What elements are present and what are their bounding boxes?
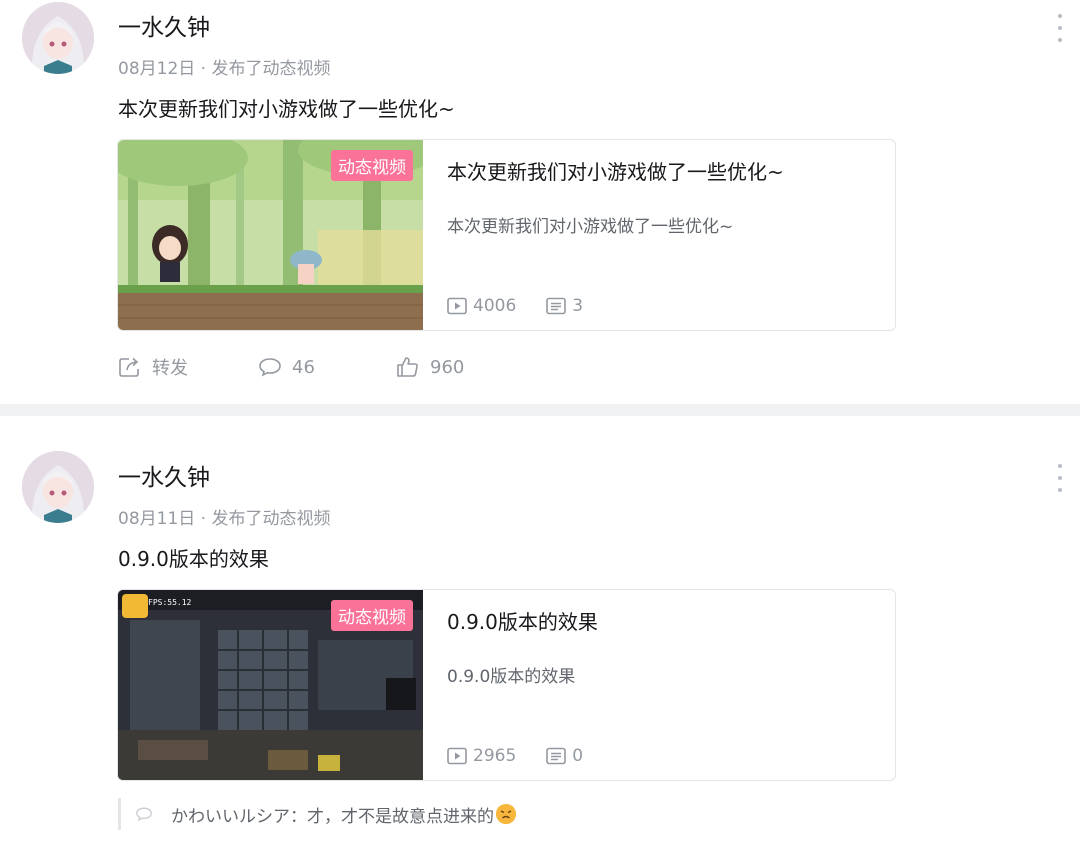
- emoji-icon: [496, 804, 516, 824]
- post-actions: 转发 46 960: [118, 354, 464, 380]
- card-stats: 2965 0: [447, 746, 613, 766]
- avatar[interactable]: [22, 451, 94, 523]
- post-content: 0.9.0版本的效果: [118, 547, 269, 571]
- comment-icon: [136, 807, 152, 822]
- play-count-value: 2965: [473, 746, 517, 766]
- card-desc: 0.9.0版本的效果: [447, 667, 576, 687]
- like-button[interactable]: 960: [396, 356, 464, 378]
- avatar[interactable]: [22, 2, 94, 74]
- card-desc: 本次更新我们对小游戏做了一些优化~: [447, 217, 734, 237]
- danmaku-icon: [546, 297, 567, 315]
- play-icon: [447, 747, 467, 765]
- card-stats: 4006 3: [447, 296, 613, 316]
- comment-count: 46: [292, 356, 315, 378]
- danmaku-count-value: 3: [572, 296, 584, 316]
- video-card[interactable]: FPS:55.12 动态视频 0.9.0版本的效果 0.9.0版本的效果 296…: [117, 589, 896, 781]
- video-card[interactable]: 动态视频 本次更新我们对小游戏做了一些优化~ 本次更新我们对小游戏做了一些优化~…: [117, 139, 896, 331]
- comment-icon: [259, 358, 281, 377]
- thumbs-up-icon: [397, 357, 418, 377]
- play-icon: [447, 297, 467, 315]
- post-content: 本次更新我们对小游戏做了一些优化~: [118, 97, 455, 121]
- author-name[interactable]: 一水久钟: [118, 8, 210, 42]
- comment-preview[interactable]: かわいいルシア：才，才不是故意点进来的: [118, 798, 516, 830]
- play-count: 2965: [447, 746, 516, 766]
- post-meta: 08月12日 · 发布了动态视频: [118, 59, 331, 79]
- card-title[interactable]: 本次更新我们对小游戏做了一些优化~: [447, 156, 784, 185]
- share-label: 转发: [152, 358, 188, 379]
- video-badge: 动态视频: [331, 150, 413, 181]
- svg-text:FPS:55.12: FPS:55.12: [148, 598, 192, 607]
- comment-button[interactable]: 46: [258, 356, 396, 378]
- post-divider: [0, 404, 1080, 416]
- danmaku-count: 0: [546, 746, 583, 766]
- danmaku-icon: [546, 747, 567, 765]
- play-count-value: 4006: [473, 296, 517, 316]
- play-count: 4006: [447, 296, 516, 316]
- share-icon: [119, 357, 139, 377]
- danmaku-count-value: 0: [572, 746, 584, 766]
- post-2: 一水久钟 08月11日 · 发布了动态视频 0.9.0版本的效果 FPS:55.…: [0, 416, 1080, 843]
- video-thumbnail: FPS:55.12 动态视频: [118, 590, 423, 780]
- video-badge: 动态视频: [331, 600, 413, 631]
- post-meta: 08月11日 · 发布了动态视频: [118, 509, 331, 529]
- video-thumbnail: 动态视频: [118, 140, 423, 330]
- more-vertical-icon[interactable]: [1056, 464, 1064, 492]
- author-name[interactable]: 一水久钟: [118, 458, 210, 492]
- danmaku-count: 3: [546, 296, 583, 316]
- like-count: 960: [430, 356, 465, 378]
- card-title[interactable]: 0.9.0版本的效果: [447, 606, 598, 635]
- more-vertical-icon[interactable]: [1056, 14, 1064, 42]
- comment-preview-text: かわいいルシア：才，才不是故意点进来的: [171, 806, 494, 827]
- share-button[interactable]: 转发: [118, 354, 258, 380]
- post-1: 一水久钟 08月12日 · 发布了动态视频 本次更新我们对小游戏做了一些优化~: [0, 0, 1080, 404]
